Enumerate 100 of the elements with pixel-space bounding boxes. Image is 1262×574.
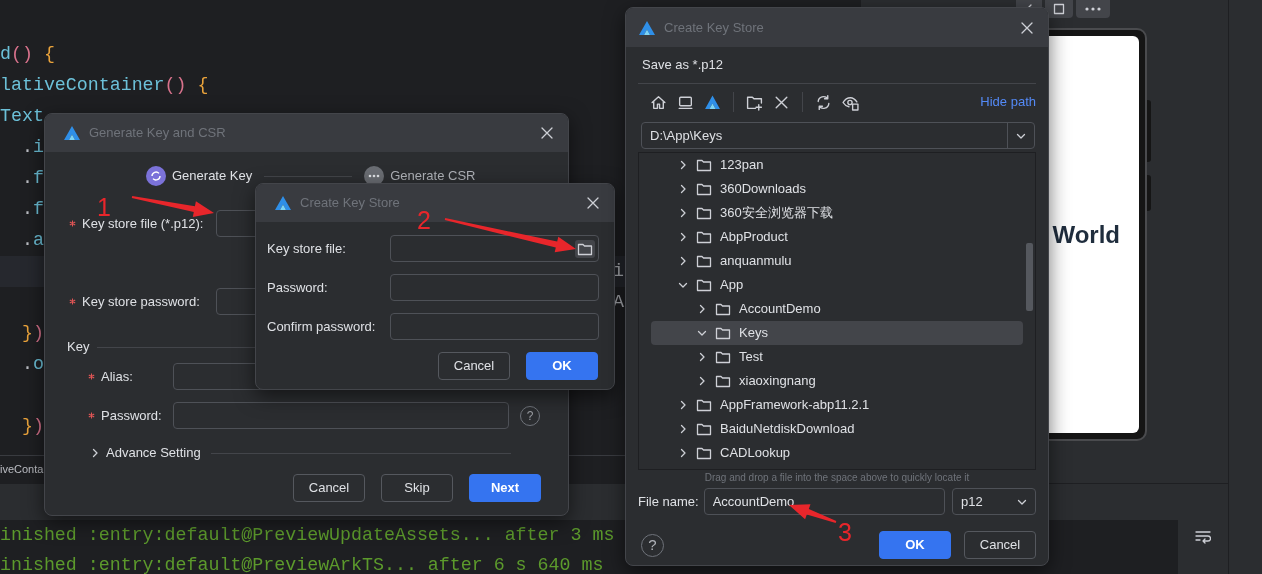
close-icon [1020, 20, 1034, 35]
dialog-button[interactable]: Skip [381, 474, 453, 502]
annotation-number: 2 [417, 206, 431, 234]
folder-icon [696, 278, 712, 292]
chevron-right-icon[interactable] [678, 256, 688, 266]
annotation-arrow [789, 504, 837, 523]
primary-button[interactable]: OK [879, 531, 951, 559]
field-label: Password: [101, 406, 163, 425]
folder-item[interactable]: CADLookup [651, 441, 1023, 465]
folder-icon [715, 350, 731, 364]
more-icon [1084, 6, 1102, 12]
folder-item[interactable]: BaiduNetdiskDownload [651, 417, 1023, 441]
folder-name: anquanmulu [720, 252, 792, 271]
chevron-right-icon[interactable] [678, 448, 688, 458]
monitor-icon[interactable] [677, 93, 694, 111]
chevron-down-icon[interactable] [678, 280, 688, 290]
folder-icon [577, 241, 593, 256]
folder-icon [696, 158, 712, 172]
browse-button[interactable] [575, 239, 595, 258]
folder-item[interactable]: App [651, 273, 1023, 297]
folder-item[interactable]: AppFramework-abp11.2.1 [651, 393, 1023, 417]
folder-icon [715, 302, 731, 316]
file-type-select[interactable]: p12 [952, 488, 1036, 515]
dialog-title: Generate Key and CSR [89, 124, 227, 143]
primary-button[interactable]: OK [526, 352, 598, 380]
close-icon [540, 126, 554, 140]
folder-name: Keys [739, 324, 768, 343]
file-name-field[interactable]: AccountDemo [703, 488, 946, 515]
chevron-right-icon[interactable] [697, 352, 707, 362]
folder-name: AppFramework-abp11.2.1 [720, 396, 870, 415]
folder-item[interactable]: AbpProduct [651, 225, 1023, 249]
field-label: Confirm password: [267, 317, 377, 336]
scrollbar-thumb[interactable] [1026, 243, 1033, 311]
chevron-right-icon[interactable] [697, 376, 707, 386]
dialog-button[interactable]: Cancel [293, 474, 365, 502]
input-field[interactable] [390, 313, 599, 340]
chevron-right-icon[interactable] [678, 424, 688, 434]
section-toggle[interactable]: Advance Setting [106, 443, 201, 463]
chevron-right-icon[interactable] [678, 232, 688, 242]
folder-name: App [720, 276, 744, 295]
code-line: d() { [0, 43, 55, 66]
field-label: File name: [638, 492, 699, 511]
folder-item[interactable]: 360安全浏览器下载 [651, 201, 1023, 225]
dialog-button[interactable]: Cancel [964, 531, 1036, 559]
input-field[interactable] [173, 402, 509, 429]
field-label: Password: [267, 278, 329, 297]
folder-icon [696, 206, 712, 220]
dialog-title: Create Key Store [300, 194, 401, 213]
preview-text: World [1052, 219, 1120, 250]
breadcrumb[interactable]: iveConta [0, 461, 44, 478]
folder-item[interactable]: Keys [651, 321, 1023, 345]
folder-name: 360Downloads [720, 180, 806, 199]
code-line: }) [21, 415, 44, 438]
code-line: .i [21, 136, 44, 159]
folder-item[interactable]: AccountDemo [651, 297, 1023, 321]
folder-item[interactable]: Test [651, 345, 1023, 369]
folder-icon [696, 446, 712, 460]
folder-name: BaiduNetdiskDownload [720, 420, 855, 439]
folder-icon [715, 326, 731, 340]
folder-name: CADLookup [720, 444, 791, 463]
code-line: .a [21, 229, 44, 252]
primary-button[interactable]: Next [469, 474, 541, 502]
folder-icon [696, 230, 712, 244]
select-value: p12 [961, 492, 983, 511]
folder-icon [696, 254, 712, 268]
code-line: .f [21, 167, 44, 190]
hide-path-link[interactable]: Hide path [980, 92, 1036, 112]
window-button[interactable] [1045, 0, 1073, 18]
hint-text: Drag and drop a file into the space above to quickly locate it [703, 471, 971, 485]
code-text: i [613, 260, 624, 283]
logo-icon[interactable] [704, 93, 721, 111]
folder-name: AbpProduct [720, 228, 788, 247]
chevron-down-icon[interactable] [697, 328, 707, 338]
new-folder-icon[interactable] [746, 93, 763, 111]
chevron-right-icon[interactable] [678, 400, 688, 410]
path-text: D:\App\Keys [649, 126, 724, 145]
section-title: Key [67, 338, 90, 357]
refresh-icon[interactable] [815, 93, 832, 111]
dialog-subtitle: Save as *.p12 [641, 56, 724, 74]
path-combo[interactable]: D:\App\Keys [641, 122, 1035, 149]
logo-icon [63, 125, 81, 141]
chevron-right-icon[interactable] [678, 160, 688, 170]
file-field[interactable] [390, 235, 599, 262]
input-field[interactable] [390, 274, 599, 301]
folder-icon [715, 374, 731, 388]
folder-item[interactable]: xiaoxingnang [651, 369, 1023, 393]
chevron-right-icon[interactable] [678, 208, 688, 218]
chevron-right-icon[interactable] [678, 184, 688, 194]
step-label: Generate Key [172, 167, 253, 186]
chevron-right-icon[interactable] [697, 304, 707, 314]
code-line: Text [0, 105, 44, 128]
folder-item[interactable]: 360Downloads [651, 177, 1023, 201]
close-icon [586, 196, 600, 210]
folder-name: 123pan [720, 156, 764, 175]
console-line: inished :entry:default@PreviewArkTS... after 6 s 640 ms [0, 554, 604, 574]
chevron-right-icon[interactable] [90, 448, 100, 458]
home-icon[interactable] [650, 93, 667, 111]
folder-item[interactable]: 123pan [651, 153, 1023, 177]
folder-item[interactable]: anquanmulu [651, 249, 1023, 273]
dialog-button[interactable]: Cancel [438, 352, 510, 380]
